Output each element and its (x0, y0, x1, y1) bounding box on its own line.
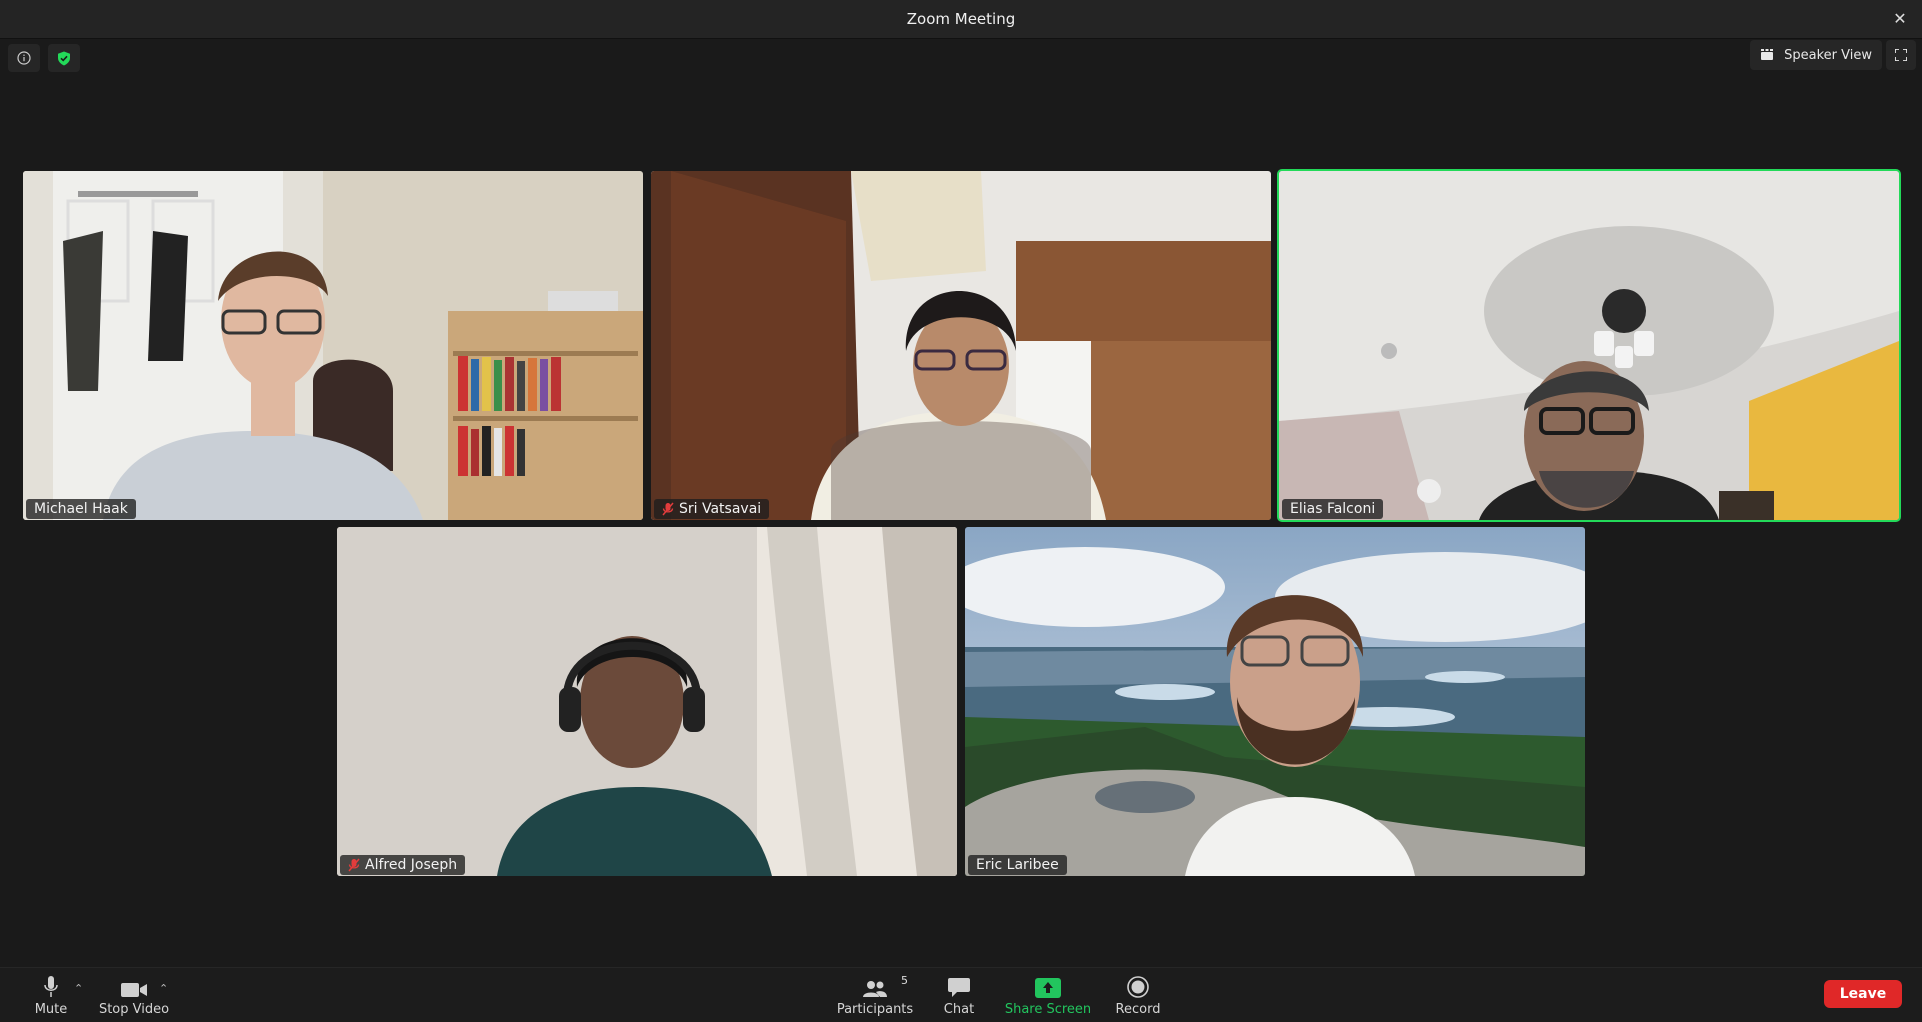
participants-icon (863, 981, 887, 997)
share-screen-icon (1035, 978, 1061, 998)
video-tile[interactable]: Michael Haak (23, 171, 643, 520)
stop-video-button[interactable]: Stop Video (98, 968, 170, 1022)
participant-video (23, 171, 643, 520)
participants-count-badge: 5 (901, 974, 908, 987)
participant-name-tag: Eric Laribee (968, 855, 1067, 875)
info-icon (17, 51, 31, 65)
stop-video-label: Stop Video (98, 1002, 170, 1017)
participant-video (337, 527, 957, 876)
participants-label: Participants (836, 1002, 914, 1017)
participant-name-tag: Sri Vatsavai (654, 499, 770, 519)
meeting-toolbar: Mute ⌃ Stop Video ⌃ Participants 5 Chat … (0, 967, 1922, 1022)
video-tile[interactable]: Alfred Joseph (337, 527, 957, 876)
meeting-info-group (8, 44, 80, 72)
muted-mic-icon (662, 502, 674, 516)
share-screen-button[interactable]: Share Screen (1004, 968, 1092, 1022)
muted-mic-icon (348, 858, 360, 872)
record-label: Record (1115, 1002, 1161, 1017)
record-icon (1127, 976, 1149, 998)
participant-name-tag: Elias Falconi (1282, 499, 1384, 519)
participant-name: Alfred Joseph (365, 857, 458, 873)
participant-name-tag: Michael Haak (26, 499, 136, 519)
speaker-view-button[interactable]: Speaker View (1750, 40, 1882, 70)
title-bar: Zoom Meeting ✕ (0, 0, 1922, 39)
speaker-view-label: Speaker View (1784, 47, 1872, 63)
participant-name: Michael Haak (34, 501, 128, 517)
video-tile[interactable]: Eric Laribee (965, 527, 1585, 876)
video-camera-icon (121, 983, 147, 997)
chat-bubble-icon (948, 978, 970, 997)
participant-video (1279, 171, 1899, 520)
view-controls: Speaker View (1750, 40, 1916, 70)
participant-name: Eric Laribee (976, 857, 1059, 873)
video-options-chevron-up-icon[interactable]: ⌃ (159, 982, 168, 995)
microphone-icon (44, 976, 58, 997)
participant-name-tag: Alfred Joseph (340, 855, 466, 875)
shield-check-icon (58, 51, 70, 65)
record-button[interactable]: Record (1112, 968, 1164, 1022)
window-title: Zoom Meeting (906, 10, 1016, 28)
mute-button[interactable]: Mute (28, 968, 74, 1022)
close-icon[interactable]: ✕ (1890, 9, 1910, 29)
participant-video (965, 527, 1585, 876)
fullscreen-button[interactable] (1886, 40, 1916, 70)
participant-name: Sri Vatsavai (679, 501, 762, 517)
share-screen-label: Share Screen (1004, 1002, 1092, 1017)
chat-button[interactable]: Chat (938, 968, 980, 1022)
participant-name: Elias Falconi (1290, 501, 1376, 517)
fullscreen-icon (1895, 49, 1907, 61)
meeting-info-button[interactable] (8, 44, 40, 72)
video-tile[interactable]: Sri Vatsavai (651, 171, 1271, 520)
speaker-view-icon (1761, 49, 1774, 60)
encryption-button[interactable] (48, 44, 80, 72)
audio-options-chevron-up-icon[interactable]: ⌃ (74, 982, 83, 995)
video-tile-active-speaker[interactable]: Elias Falconi (1277, 169, 1901, 522)
leave-button[interactable]: Leave (1824, 980, 1902, 1008)
participant-video (651, 171, 1271, 520)
mute-label: Mute (34, 1002, 68, 1017)
chat-label: Chat (943, 1002, 975, 1017)
